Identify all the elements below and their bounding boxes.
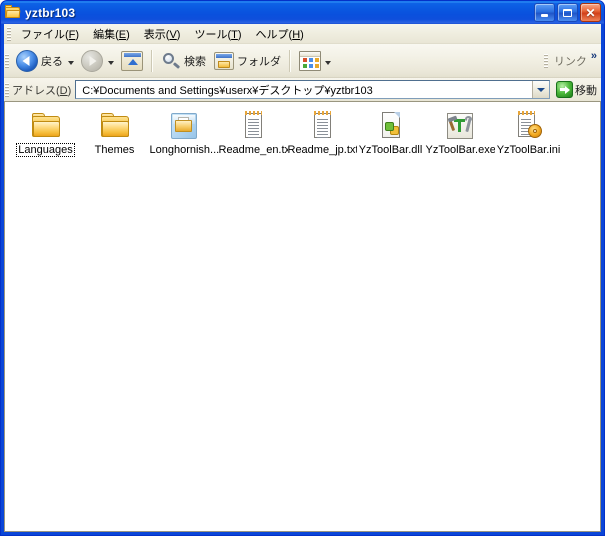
text-file-icon: [306, 110, 338, 142]
list-item[interactable]: Readme_en.txt: [218, 108, 288, 162]
address-dropdown-button[interactable]: [532, 81, 549, 98]
window-controls: ✕: [534, 3, 601, 22]
list-item-label: Readme_jp.txt: [287, 144, 357, 156]
toolbar-separator: [151, 49, 153, 72]
list-item-label: Languages: [16, 143, 75, 157]
search-button[interactable]: 検索: [157, 48, 210, 74]
address-label: アドレス(D): [12, 84, 72, 97]
list-item[interactable]: Longhornish...: [149, 108, 219, 162]
window-chrome: ファイル(F) 編集(E) 表示(V) ツール(T) ヘルプ(H) 戻る 検索 …: [4, 24, 601, 532]
list-item[interactable]: YzToolBar.dll: [356, 108, 425, 162]
address-input[interactable]: C:¥Documents and Settings¥userx¥デスクトップ¥y…: [75, 80, 550, 99]
folder-icon: [99, 110, 131, 142]
toolbar-overflow-chevron-icon[interactable]: »: [591, 50, 597, 62]
list-item[interactable]: Languages: [11, 108, 80, 162]
dll-file-icon: [375, 110, 407, 142]
list-item-label: Themes: [94, 144, 135, 156]
toolbar-gripper[interactable]: [5, 53, 9, 68]
file-list-view[interactable]: Languages Themes Longhornish... Readme_e…: [4, 102, 601, 532]
address-gripper[interactable]: [5, 82, 9, 97]
folder-icon: [30, 110, 62, 142]
window-title: yztbr103: [25, 5, 76, 20]
menu-item-edit[interactable]: 編集(E): [86, 24, 137, 44]
minimize-button[interactable]: [534, 3, 555, 22]
links-gripper[interactable]: [543, 54, 548, 68]
list-item[interactable]: Themes: [80, 108, 149, 162]
up-folder-icon: [121, 50, 143, 71]
back-history-dropdown-icon[interactable]: [68, 60, 74, 65]
list-item-label: YzToolBar.exe: [425, 144, 495, 156]
views-icon: [299, 50, 321, 71]
toolbar-separator-2: [289, 49, 291, 72]
up-button[interactable]: [117, 48, 147, 74]
back-arrow-icon: [16, 49, 38, 72]
back-button-label: 戻る: [41, 55, 63, 68]
views-dropdown-icon[interactable]: [325, 60, 331, 65]
window-folder-icon: [5, 4, 21, 21]
application-icon: [444, 110, 476, 142]
menu-item-view[interactable]: 表示(V): [137, 24, 188, 44]
standard-toolbar: 戻る 検索 フォルダ リンク »: [4, 44, 601, 78]
list-item[interactable]: Readme_jp.txt: [287, 108, 357, 162]
explorer-window: yztbr103 ✕ ファイル(F) 編集(E) 表示(V) ツール(T) ヘル…: [0, 0, 605, 536]
folders-button-label: フォルダ: [237, 55, 281, 68]
go-button-label: 移動: [575, 84, 597, 97]
config-file-icon: [513, 110, 545, 142]
go-button[interactable]: 移動: [554, 81, 599, 98]
address-path-text: C:¥Documents and Settings¥userx¥デスクトップ¥y…: [82, 84, 373, 97]
list-item-label: Longhornish...: [149, 144, 219, 156]
title-bar[interactable]: yztbr103 ✕: [1, 1, 604, 24]
forward-button[interactable]: [77, 48, 107, 74]
list-item-label: YzToolBar.ini: [496, 144, 561, 156]
compressed-folder-icon: [168, 110, 200, 142]
back-button[interactable]: 戻る: [12, 48, 67, 74]
menu-item-help[interactable]: ヘルプ(H): [249, 24, 311, 44]
go-arrow-icon: [556, 81, 573, 98]
views-button[interactable]: [295, 48, 338, 74]
menu-item-file[interactable]: ファイル(F): [14, 24, 86, 44]
forward-arrow-icon: [81, 49, 103, 72]
links-label[interactable]: リンク: [554, 53, 587, 69]
search-icon: [161, 51, 181, 71]
text-file-icon: [237, 110, 269, 142]
list-item[interactable]: YzToolBar.exe: [425, 108, 495, 162]
address-bar: アドレス(D) C:¥Documents and Settings¥userx¥…: [4, 78, 601, 102]
links-toolbar: リンク »: [543, 44, 601, 78]
forward-history-dropdown-icon[interactable]: [108, 60, 114, 65]
list-item-label: Readme_en.txt: [218, 144, 288, 156]
list-item[interactable]: YzToolBar.ini: [494, 108, 563, 162]
maximize-button[interactable]: [557, 3, 578, 22]
icon-grid: Languages Themes Longhornish... Readme_e…: [5, 102, 600, 162]
folders-button[interactable]: フォルダ: [210, 48, 285, 74]
folders-pane-icon: [214, 51, 234, 70]
menu-item-tools[interactable]: ツール(T): [187, 24, 248, 44]
menu-gripper[interactable]: [7, 26, 11, 41]
menu-bar: ファイル(F) 編集(E) 表示(V) ツール(T) ヘルプ(H): [4, 24, 601, 44]
list-item-label: YzToolBar.dll: [358, 144, 423, 156]
close-button[interactable]: ✕: [580, 3, 601, 22]
search-button-label: 検索: [184, 55, 206, 68]
